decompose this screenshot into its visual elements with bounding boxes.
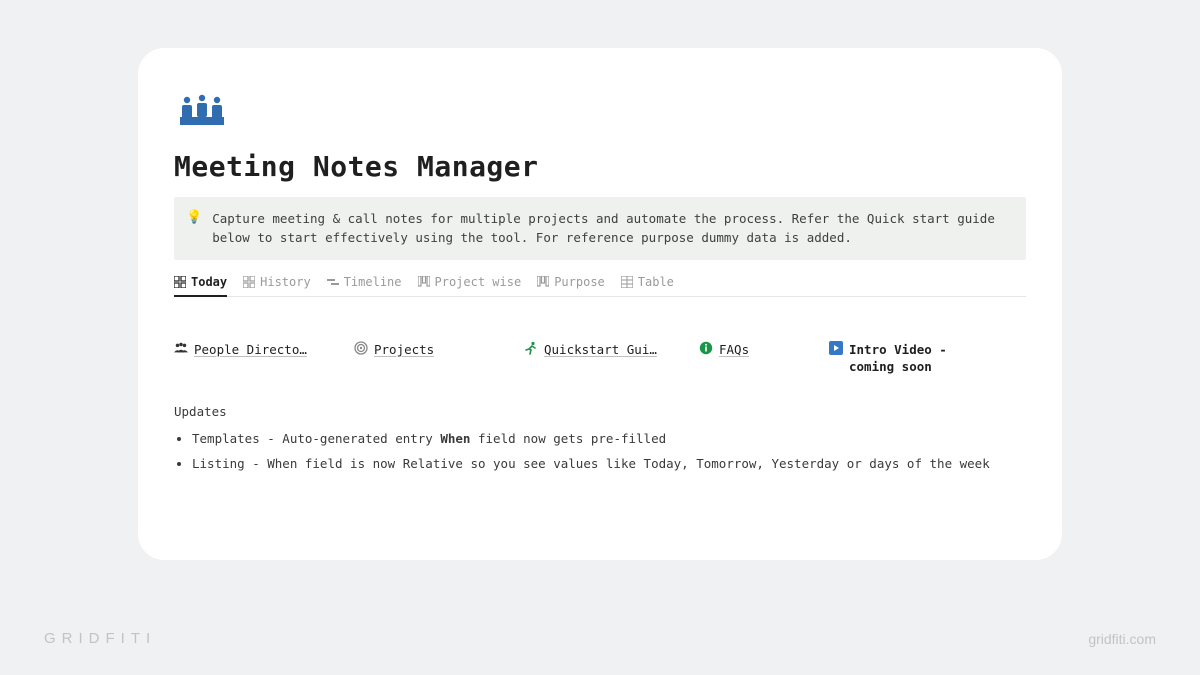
tab-label: Project wise [435,275,522,289]
tab-label: Table [638,275,674,289]
tab-timeline[interactable]: Timeline [327,270,402,296]
board-icon [418,276,430,288]
list-item: Templates - Auto-generated entry When fi… [192,427,1026,452]
view-tabs: Today History Timeline Project wise Purp… [174,270,1026,297]
tab-purpose[interactable]: Purpose [537,270,605,296]
updates-list: Templates - Auto-generated entry When fi… [174,427,1026,477]
play-icon [829,341,843,355]
list-item: Listing - When field is now Relative so … [192,452,1026,477]
link-people-directory[interactable]: People Directo… [174,341,354,376]
link-intro-video[interactable]: Intro Video - coming soon [829,341,999,376]
link-label: People Directo… [194,341,307,359]
board-icon [537,276,549,288]
timeline-icon [327,276,339,288]
meeting-people-icon [174,92,230,132]
page-card: Meeting Notes Manager 💡 Capture meeting … [138,48,1062,560]
footer-brand: GRIDFITI [44,630,156,647]
tab-project-wise[interactable]: Project wise [418,270,522,296]
people-icon [174,341,188,355]
gallery-icon [243,276,255,288]
tab-label: Purpose [554,275,605,289]
link-quickstart-guide[interactable]: Quickstart Gui… [524,341,699,376]
link-label: Intro Video - coming soon [849,341,999,376]
link-faqs[interactable]: FAQs [699,341,829,376]
table-icon [621,276,633,288]
tab-label: Timeline [344,275,402,289]
footer-url: gridfiti.com [1088,631,1156,647]
page-title: Meeting Notes Manager [174,150,1026,183]
tab-label: Today [191,275,227,289]
gallery-icon [174,276,186,288]
quick-links-row: People Directo… Projects Quickstart Gui…… [174,341,1026,376]
tab-table[interactable]: Table [621,270,674,296]
info-icon [699,341,713,355]
link-label: Quickstart Gui… [544,341,657,359]
callout-text: Capture meeting & call notes for multipl… [212,209,1012,248]
runner-icon [524,341,538,355]
lightbulb-icon: 💡 [186,209,202,248]
info-callout: 💡 Capture meeting & call notes for multi… [174,197,1026,260]
tab-history[interactable]: History [243,270,311,296]
link-label: FAQs [719,341,749,359]
tab-label: History [260,275,311,289]
link-label: Projects [374,341,434,359]
target-icon [354,341,368,355]
link-projects[interactable]: Projects [354,341,524,376]
tab-today[interactable]: Today [174,270,227,297]
updates-heading: Updates [174,404,1026,419]
